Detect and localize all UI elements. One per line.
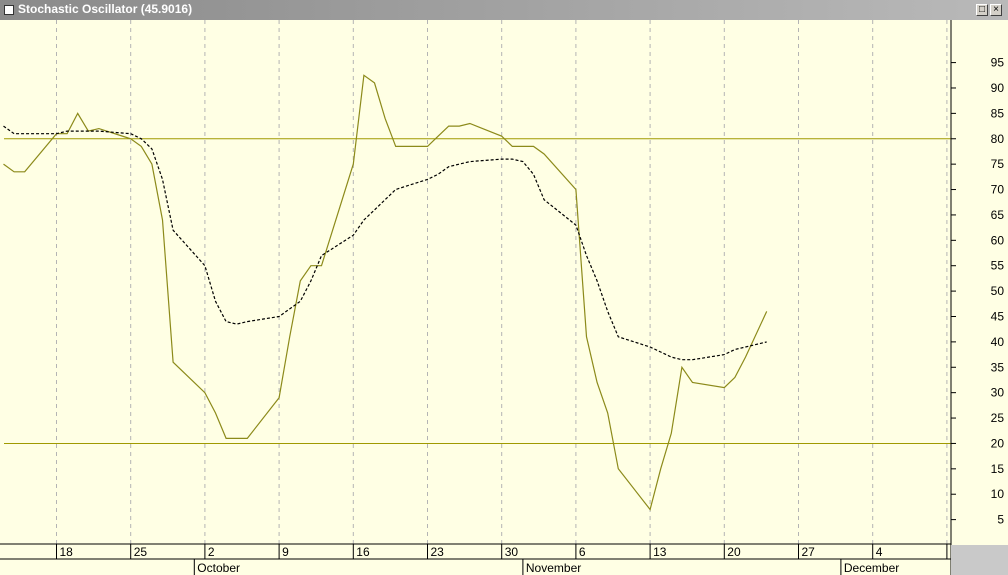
y-tick-label: 55 (991, 259, 1005, 273)
month-label: October (197, 561, 240, 575)
restore-icon: □ (978, 4, 986, 15)
x-tick-label: 6 (579, 545, 586, 559)
title-bar[interactable]: Stochastic Oscillator (45.9016) □ × (0, 0, 1008, 20)
y-tick-label: 70 (991, 183, 1005, 197)
x-tick-label: 2 (208, 545, 215, 559)
y-tick-label: 65 (991, 208, 1005, 222)
y-tick-label: 60 (991, 233, 1005, 247)
x-tick-label: 27 (802, 545, 816, 559)
chart-background (0, 20, 1008, 575)
month-label: November (526, 561, 581, 575)
y-tick-label: 15 (991, 462, 1005, 476)
close-icon: × (993, 4, 999, 15)
y-tick-label: 20 (991, 436, 1005, 450)
x-tick-label: 30 (505, 545, 519, 559)
month-label: December (844, 561, 899, 575)
y-tick-label: 80 (991, 132, 1005, 146)
window-menu-icon[interactable] (4, 5, 14, 15)
y-tick-label: 50 (991, 284, 1005, 298)
x-tick-label: 16 (356, 545, 370, 559)
close-button[interactable]: × (990, 4, 1002, 16)
restore-button[interactable]: □ (976, 4, 988, 16)
stochastic-window: Stochastic Oscillator (45.9016) □ × 5 10 1… (0, 0, 1008, 575)
x-tick-label: 20 (727, 545, 741, 559)
axis-corner (951, 545, 1008, 575)
y-tick-label: 30 (991, 386, 1005, 400)
y-tick-label: 75 (991, 157, 1005, 171)
x-tick-label: 18 (60, 545, 74, 559)
y-tick-label: 85 (991, 106, 1005, 120)
y-tick-label: 5 (997, 513, 1004, 527)
x-tick-label: 9 (282, 545, 289, 559)
y-tick-label: 25 (991, 411, 1005, 425)
x-tick-label: 13 (653, 545, 667, 559)
y-tick-label: 10 (991, 487, 1005, 501)
window-title: Stochastic Oscillator (45.9016) (18, 2, 193, 16)
y-tick-label: 90 (991, 81, 1005, 95)
y-tick-label: 45 (991, 309, 1005, 323)
y-tick-label: 95 (991, 56, 1005, 70)
x-tick-label: 25 (134, 545, 148, 559)
x-tick-label: 23 (431, 545, 445, 559)
y-tick-label: 40 (991, 335, 1005, 349)
y-tick-label: 35 (991, 360, 1005, 374)
x-tick-label: 4 (876, 545, 883, 559)
stochastic-chart: 5 10 15 20 25 30 35 40 45 50 55 60 65 70 75 80 85 90 95 18… (0, 20, 1008, 575)
